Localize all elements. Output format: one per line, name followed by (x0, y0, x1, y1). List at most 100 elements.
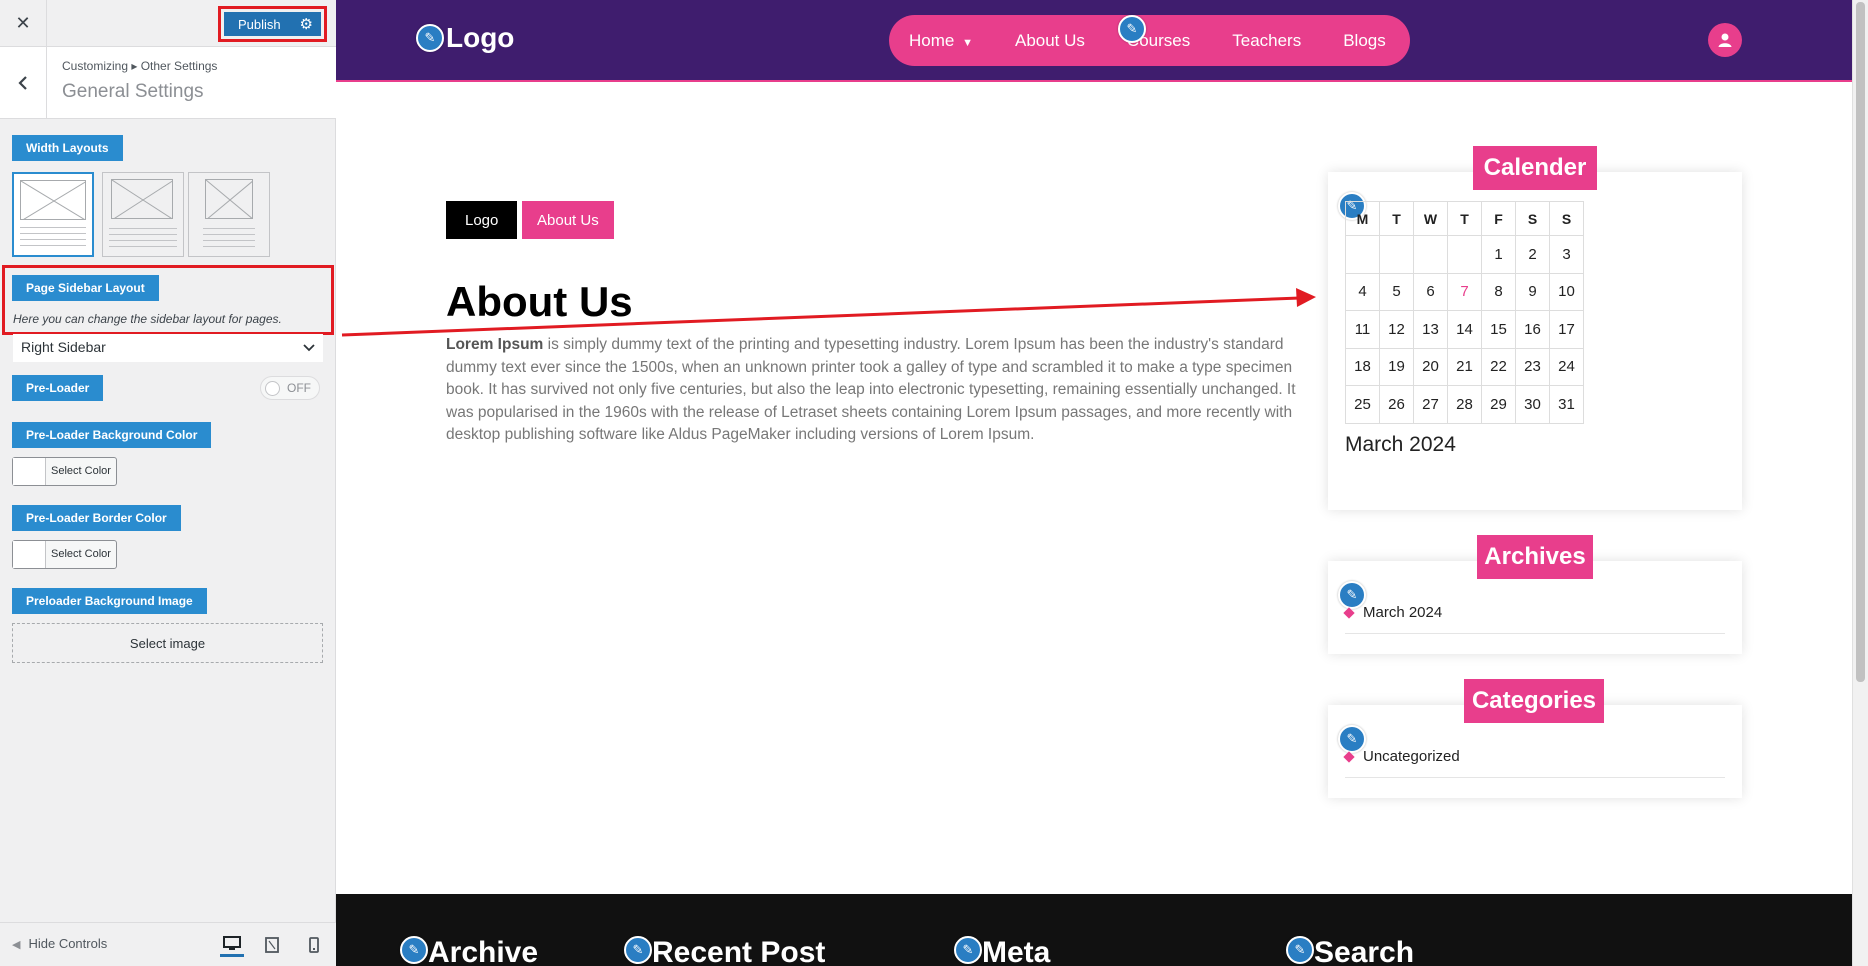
calendar-day-cell: 30 (1515, 385, 1550, 424)
categories-widget-title: Categories (1464, 679, 1604, 723)
page-title: About Us (446, 278, 633, 325)
layout-image-placeholder (20, 180, 86, 220)
page-sidebar-layout-label: Page Sidebar Layout (12, 275, 159, 301)
calendar-day-cell: 1 (1481, 235, 1516, 274)
calendar-widget-title: Calender (1473, 146, 1597, 190)
calendar-day-header: T (1447, 201, 1482, 236)
hide-controls-button[interactable]: ◀ Hide Controls (12, 936, 107, 951)
nav-item-blogs[interactable]: Blogs (1343, 31, 1386, 51)
calendar-day-cell: 12 (1379, 310, 1414, 349)
calendar-table: MTWTFSS 1 2 3 4 5 6 7 8 9 10 11 12 13 14 15 16 17 18 19 20 2… (1345, 201, 1584, 424)
breadcrumb-about[interactable]: About Us (522, 201, 614, 239)
gear-icon[interactable]: ⚙ (300, 15, 313, 33)
sidebar-layout-select[interactable]: Right Sidebar (13, 334, 323, 362)
nav-item-teachers[interactable]: Teachers (1232, 31, 1301, 51)
calendar-caption: March 2024 (1345, 433, 1456, 456)
breadcrumb: Customizing ▸ Other Settings (62, 59, 218, 73)
preloader-bg-color-button[interactable]: Select Color (12, 457, 117, 486)
calendar-day-cell: 3 (1549, 235, 1584, 274)
calendar-day-cell: 21 (1447, 347, 1482, 386)
calendar-day-cell: 9 (1515, 272, 1550, 311)
layout-text-lines (109, 228, 177, 250)
bullet-diamond (1343, 607, 1355, 619)
calendar-day-cell: 25 (1345, 385, 1380, 424)
calendar-day-cell: 29 (1481, 385, 1516, 424)
select-color-label: Select Color (51, 548, 111, 560)
edit-pencil-icon[interactable]: ✎ (1286, 936, 1314, 964)
calendar-week-row: 11 12 13 14 15 16 17 (1345, 310, 1584, 349)
nav-item-about[interactable]: About Us (1015, 31, 1085, 51)
calendar-day-header: F (1481, 201, 1516, 236)
back-icon[interactable] (0, 47, 47, 119)
width-layouts-label: Width Layouts (12, 135, 123, 161)
preloader-border-color-label: Pre-Loader Border Color (12, 505, 181, 531)
calendar-day-cell: 16 (1515, 310, 1550, 349)
calendar-week-row: 18 19 20 21 22 23 24 (1345, 347, 1584, 386)
calendar-day-header: W (1413, 201, 1448, 236)
user-icon[interactable] (1708, 23, 1742, 57)
chevron-down-icon (303, 337, 315, 360)
layout-image-placeholder (205, 179, 253, 219)
select-image-button[interactable]: Select image (12, 623, 323, 663)
preloader-toggle[interactable]: OFF (260, 376, 320, 400)
calendar-day-cell: 5 (1379, 272, 1414, 311)
mobile-preview-icon[interactable] (302, 933, 326, 957)
preloader-label: Pre-Loader (12, 375, 104, 401)
breadcrumb-logo[interactable]: Logo (446, 201, 518, 239)
calendar-empty-cell (1379, 235, 1414, 274)
customizer-panel: ✕ Publish ⚙ Customizing ▸ Other Settings… (0, 0, 336, 966)
calendar-day-cell: 2 (1515, 235, 1550, 274)
layout-text-lines (203, 228, 255, 250)
color-swatch (13, 541, 46, 568)
publish-button[interactable]: Publish ⚙ (224, 12, 321, 36)
calendar-empty-cell (1345, 235, 1380, 274)
calendar-week-row: 4 5 6 7 8 9 10 (1345, 272, 1584, 311)
site-preview: ✎ Logo Home ▼ About Us Courses Teachers … (336, 0, 1852, 966)
edit-pencil-icon[interactable]: ✎ (624, 936, 652, 964)
calendar-day-cell: 26 (1379, 385, 1414, 424)
layout-wide[interactable] (102, 172, 184, 257)
footer-title-archive: Archive (428, 936, 539, 966)
section-title: General Settings (62, 81, 204, 102)
customizer-topbar: ✕ Publish ⚙ (0, 0, 336, 47)
layout-boxed[interactable] (188, 172, 270, 257)
footer-title-meta: Meta (982, 936, 1051, 966)
category-item[interactable]: Uncategorized (1343, 748, 1725, 778)
layout-text-lines (20, 227, 86, 249)
publish-highlight: Publish ⚙ (218, 6, 327, 42)
publish-label: Publish (238, 16, 281, 32)
calendar-day-cell: 24 (1549, 347, 1584, 386)
close-icon[interactable]: ✕ (0, 0, 47, 47)
archive-item[interactable]: March 2024 (1343, 604, 1725, 634)
calendar-day-cell: 8 (1481, 272, 1516, 311)
sidebar-layout-description: Here you can change the sidebar layout f… (13, 312, 282, 326)
calendar-day-cell: 4 (1345, 272, 1380, 311)
calendar-day-cell: 19 (1379, 347, 1414, 386)
collapse-icon: ◀ (12, 939, 21, 951)
calendar-day-cell: 23 (1515, 347, 1550, 386)
calendar-day-header: M (1345, 201, 1380, 236)
calendar-day-cell: 27 (1413, 385, 1448, 424)
calendar-week-row: 25 26 27 28 29 30 31 (1345, 385, 1584, 424)
edit-pencil-icon[interactable]: ✎ (400, 936, 428, 964)
edit-pencil-icon[interactable]: ✎ (954, 936, 982, 964)
preloader-border-color-button[interactable]: Select Color (12, 540, 117, 569)
site-logo[interactable]: Logo (446, 22, 514, 54)
edit-pencil-icon[interactable]: ✎ (1118, 15, 1146, 43)
site-header: ✎ Logo Home ▼ About Us Courses Teachers … (336, 0, 1852, 82)
calendar-day-header: S (1549, 201, 1584, 236)
nav-item-home[interactable]: Home ▼ (909, 31, 973, 51)
layout-full-width[interactable] (12, 172, 94, 257)
archive-item-label: March 2024 (1363, 604, 1443, 621)
calendar-day-cell: 18 (1345, 347, 1380, 386)
desktop-preview-icon[interactable] (220, 933, 244, 957)
toggle-knob (265, 381, 280, 396)
scrollbar-thumb[interactable] (1856, 2, 1865, 682)
edit-pencil-icon[interactable]: ✎ (416, 24, 444, 52)
tablet-preview-icon[interactable] (260, 933, 284, 957)
color-swatch (13, 458, 46, 485)
main-navigation: Home ▼ About Us Courses Teachers Blogs (889, 15, 1410, 66)
preview-scrollbar[interactable] (1852, 0, 1868, 966)
page-body-text: Lorem Ipsum is simply dummy text of the … (446, 334, 1306, 447)
select-color-label: Select Color (51, 465, 111, 477)
